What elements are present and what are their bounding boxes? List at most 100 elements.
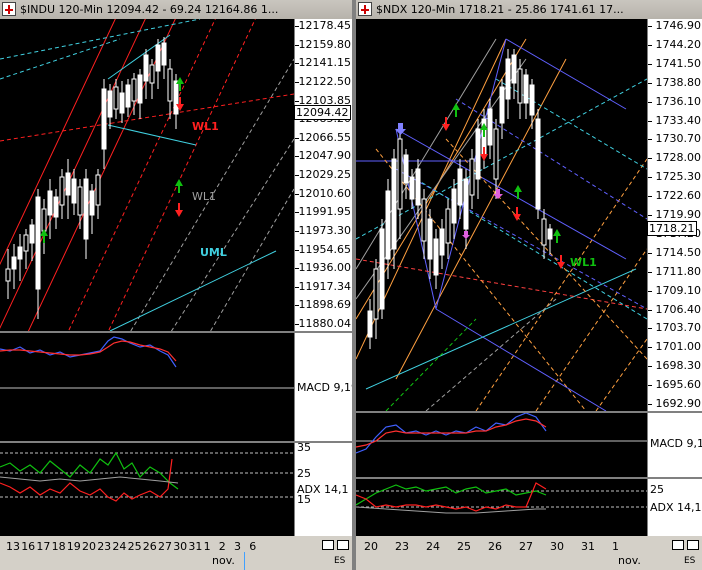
candle-body (35, 196, 41, 290)
adx-tick: 35 (297, 443, 311, 454)
maximize-icon[interactable] (337, 540, 349, 550)
candle-body (523, 74, 529, 104)
candle-body (463, 178, 469, 230)
ndx-title-bar[interactable]: $NDX 120-Min 1718.21 - 25.86 1741.61 17.… (356, 0, 702, 20)
candle-body (65, 172, 71, 196)
candle-body (137, 74, 143, 104)
price-tick: 1692.90 (655, 397, 702, 410)
date-label: 3 (234, 540, 241, 553)
price-tick: 1728.00 (655, 151, 702, 165)
green-up-arrow-icon (553, 229, 561, 243)
tick-mark (648, 271, 652, 273)
ndx-macd-plot[interactable] (356, 413, 647, 477)
candle-body (149, 64, 155, 84)
maximize-icon[interactable] (687, 540, 699, 550)
candle-body (167, 68, 173, 102)
indu-price-scale[interactable]: 12178.45 12159.80 12141.15 12122.50 12103.85… (294, 19, 353, 331)
price-tick: 1695.60 (655, 378, 702, 392)
candle-body (89, 190, 95, 216)
price-tick: 12141.15 (298, 56, 352, 70)
cursor-line (244, 552, 245, 570)
trendline (170, 138, 294, 331)
trendline (0, 19, 146, 329)
date-label: 1 (612, 540, 619, 553)
ndx-adx-plot[interactable] (356, 479, 647, 536)
trendline (107, 34, 171, 80)
candle-body (547, 228, 553, 240)
chart-window-icon[interactable] (2, 2, 16, 16)
date-label: 31 (581, 540, 595, 553)
ndx-adx-scale[interactable]: 25 ADX 14,1 (647, 479, 702, 536)
ndx-chart-window[interactable]: $NDX 120-Min 1718.21 - 25.86 1741.61 17.… (356, 0, 702, 570)
price-tick: 11991.95 (298, 205, 352, 219)
tick-mark (648, 347, 652, 349)
candle-body (125, 84, 131, 108)
trendline (107, 19, 256, 331)
price-tick: 12178.45 (298, 19, 352, 32)
price-tick: 12029.25 (298, 168, 352, 181)
indu-price-plot[interactable]: WL1 WL1 UML (0, 19, 294, 331)
price-tick: 1741.50 (655, 56, 702, 70)
magenta-down-arrow-icon (493, 189, 503, 199)
macd-label: MACD 9,19 (297, 381, 353, 394)
candle-body (403, 154, 409, 184)
date-label: 18 (51, 540, 66, 553)
candle-body (95, 174, 101, 206)
candle-body (59, 176, 65, 206)
price-tick: 1711.80 (655, 264, 702, 278)
tick-mark (648, 26, 652, 27)
price-tick: 11917.34 (298, 279, 352, 293)
tick-mark (648, 177, 652, 179)
tick-mark (648, 328, 652, 330)
restore-icon[interactable] (672, 540, 684, 550)
indu-chart-window[interactable]: $INDU 120-Min 12094.42 - 69.24 12164.86 … (0, 0, 353, 570)
red-down-arrow-icon (480, 147, 488, 161)
candle-body (529, 84, 535, 116)
tick-mark (295, 26, 299, 27)
price-tick: 11880.04 (298, 317, 352, 330)
indu-date-axis[interactable]: nov. ES 13 16 17 18 19 20 23 24 25 26 27 30 31 1 2 3 6 (0, 536, 352, 570)
indu-title-bar[interactable]: $INDU 120-Min 12094.42 - 69.24 12164.86 … (0, 0, 352, 20)
candle-body (161, 42, 167, 66)
indu-adx-scale[interactable]: 35 25 ADX 14,1 15 (294, 443, 353, 536)
trendline (67, 19, 216, 331)
price-tick: 1698.30 (655, 359, 702, 373)
date-label: 23 (97, 540, 112, 553)
indu-adx-plot[interactable] (0, 443, 294, 536)
green-up-arrow-icon (452, 103, 460, 117)
tick-mark (648, 82, 652, 84)
tick-mark (295, 230, 299, 232)
price-tick: 11898.69 (298, 298, 352, 312)
tick-mark (648, 366, 652, 368)
ndx-title-text: $NDX 120-Min 1718.21 - 25.86 1741.61 17.… (376, 3, 624, 16)
date-label: 19 (66, 540, 81, 553)
trendline (109, 250, 277, 331)
indu-macd-scale[interactable]: MACD 9,19 (294, 333, 353, 441)
ndx-price-scale[interactable]: 1746.90 1744.20 1741.50 1738.80 1736.10 1733.… (647, 19, 702, 411)
tick-mark (295, 63, 299, 65)
trendline (535, 248, 647, 411)
indu-macd-plot[interactable] (0, 333, 294, 441)
price-tick: 1709.10 (655, 283, 702, 297)
tick-mark (648, 215, 652, 216)
tick-mark (295, 100, 299, 102)
restore-icon[interactable] (322, 540, 334, 550)
tick-mark (295, 286, 299, 288)
candle-body (517, 68, 523, 104)
candle-body (11, 256, 17, 270)
price-tick: 1701.00 (655, 340, 702, 354)
date-label: 27 (519, 540, 533, 553)
tick-mark (648, 196, 652, 198)
candle-body (23, 234, 29, 252)
es-label: ES (684, 556, 696, 566)
ndx-date-axis[interactable]: nov. ES 20 23 24 25 26 27 30 31 1 (356, 536, 702, 570)
date-label: 24 (112, 540, 127, 553)
chart-window-icon[interactable] (358, 2, 372, 16)
candle-body (391, 158, 397, 250)
macd-label: MACD 9,1 (650, 437, 702, 450)
ndx-last-price-flag: 1718.21 (647, 221, 697, 236)
ndx-macd-scale[interactable]: MACD 9,1 (647, 413, 702, 477)
date-label: 20 (364, 540, 378, 553)
ndx-price-plot[interactable]: WL1 (356, 19, 647, 411)
candle-body (457, 168, 463, 206)
